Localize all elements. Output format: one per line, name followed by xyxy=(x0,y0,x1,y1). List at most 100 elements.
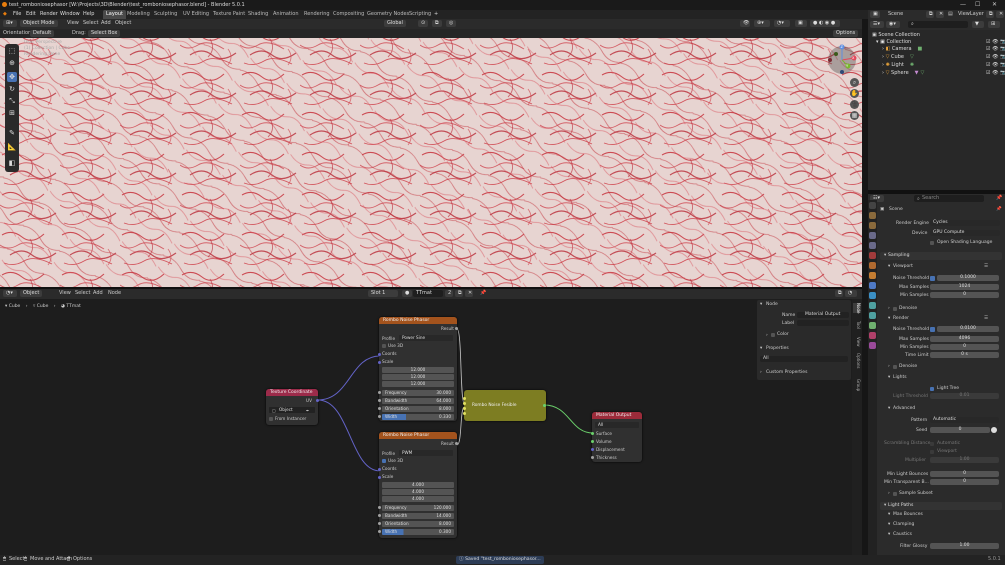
orientation-dropdown[interactable]: Default xyxy=(30,30,55,37)
particles-tab-icon[interactable] xyxy=(869,292,876,299)
output-tab-icon[interactable] xyxy=(869,222,876,229)
input-socket-4[interactable] xyxy=(463,412,466,415)
menu-view[interactable]: View xyxy=(67,20,79,27)
visibility-toggles[interactable]: ☑ 👁 📷 xyxy=(986,70,1005,76)
caustics-subsection[interactable]: Caustics xyxy=(893,532,912,537)
options-dropdown[interactable]: Options xyxy=(833,30,859,37)
rombo-noise-fesible-node[interactable]: Rombo Noise Fesible xyxy=(463,390,546,421)
cube-row[interactable]: › ▽ Cube ▽ xyxy=(882,54,914,60)
bandwidth-input-socket[interactable] xyxy=(378,514,381,517)
max-bounces-subsection[interactable]: Max Bounces xyxy=(893,512,923,517)
node-title[interactable]: Texture Coordinate xyxy=(266,389,318,396)
tab-view[interactable]: View xyxy=(853,337,861,347)
scale-input-socket[interactable] xyxy=(378,361,381,364)
material-name-field[interactable]: TTmat xyxy=(413,290,443,297)
min-light-bounces-field[interactable]: 0 xyxy=(930,471,999,477)
world-tab-icon[interactable] xyxy=(869,252,876,259)
material-slot-dropdown[interactable]: Slot 1 xyxy=(368,290,398,297)
clamping-chevron-icon[interactable]: ▾ xyxy=(888,522,890,527)
overlay-toggle-icon[interactable]: ◔▾ xyxy=(774,20,790,27)
sphere-row[interactable]: › ▽ Sphere ▼ ▽ xyxy=(882,70,924,76)
preset-icon[interactable]: ☰ xyxy=(984,264,988,269)
node-name-field[interactable]: Material Output xyxy=(797,312,849,318)
width-input-socket[interactable] xyxy=(378,415,381,418)
perspective-toggle-icon[interactable]: ▦ xyxy=(850,111,859,120)
node-section-header[interactable]: Node xyxy=(766,302,778,307)
profile-dropdown[interactable]: Power Sine xyxy=(399,335,453,341)
overlay-node-icon[interactable]: ◔ xyxy=(845,290,857,297)
tab-uv-editing[interactable]: UV Editing xyxy=(180,10,212,19)
node-editor-type-button[interactable]: ◔▾ xyxy=(3,290,17,297)
vp-noise-threshold-checkbox[interactable] xyxy=(930,276,935,281)
clamping-subsection[interactable]: Clamping xyxy=(893,522,914,527)
subset-chevron-icon[interactable]: › xyxy=(888,491,890,496)
render-subsection[interactable]: Render xyxy=(893,316,909,321)
tab-animation[interactable]: Animation xyxy=(270,10,302,19)
breadcrumb-object[interactable]: Cube xyxy=(9,304,21,309)
gizmo-toggle-icon[interactable]: ⊕▾ xyxy=(754,20,770,27)
scale-y-field[interactable]: 4.000 xyxy=(382,489,454,495)
pattern-dropdown[interactable]: Automatic xyxy=(930,417,999,423)
menu-select[interactable]: Select xyxy=(83,20,98,27)
delete-viewlayer-icon[interactable]: ✕ xyxy=(996,11,1004,18)
pin-properties-icon[interactable]: 📌 xyxy=(996,207,1002,212)
r-denoise-label[interactable]: Denoise xyxy=(899,364,917,369)
viewport-subsection[interactable]: Viewport xyxy=(893,264,913,269)
transform-tool-icon[interactable]: ⊞ xyxy=(7,108,17,118)
texture-coordinate-node[interactable]: Texture Coordinate UV Object ▢ ✒ From In… xyxy=(266,389,319,425)
select-tool-icon[interactable]: ⬚ xyxy=(7,46,17,56)
material-tab-icon[interactable] xyxy=(869,332,876,339)
lights-subsection[interactable]: Lights xyxy=(893,375,907,380)
save-notification[interactable]: ⓘ Saved "test_romboniosephasor... xyxy=(456,556,544,564)
node-menu-node[interactable]: Node xyxy=(108,290,121,297)
visibility-toggles[interactable]: ☑ 👁 📷 xyxy=(986,54,1005,60)
volume-input-socket[interactable] xyxy=(591,440,594,443)
vp-denoise-label[interactable]: Denoise xyxy=(899,306,917,311)
result-output-socket[interactable] xyxy=(455,442,458,445)
pan-icon[interactable]: ✋ xyxy=(850,89,859,98)
menu-add[interactable]: Add xyxy=(101,20,111,27)
node-label-field[interactable] xyxy=(797,320,849,326)
output-socket[interactable] xyxy=(543,404,546,407)
minimize-button[interactable]: — xyxy=(960,1,966,8)
texture-tab-icon[interactable] xyxy=(869,342,876,349)
render-chevron-icon[interactable]: ▾ xyxy=(888,316,890,321)
node-title[interactable]: Rombo Noise Fesible xyxy=(472,403,517,408)
add-workspace-button[interactable]: + xyxy=(434,11,438,17)
thickness-input-socket[interactable] xyxy=(591,456,594,459)
node-title[interactable]: Rombo Noise Phasor xyxy=(379,317,457,324)
outliner-display-icon[interactable]: ◉▾ xyxy=(886,21,900,28)
pivot-icon[interactable]: ⊙ xyxy=(418,20,428,27)
xray-icon[interactable]: ▣ xyxy=(795,20,807,27)
caustics-chevron-icon[interactable]: ▾ xyxy=(888,532,890,537)
r-denoise-checkbox[interactable] xyxy=(893,365,897,369)
tab-compositing[interactable]: Compositing xyxy=(330,10,367,19)
duplicate-material-icon[interactable]: ⧉ xyxy=(455,290,463,297)
advanced-chevron-icon[interactable]: ▾ xyxy=(888,406,890,411)
input-socket-3[interactable] xyxy=(463,407,466,410)
3d-viewport[interactable]: Orientation: Default Drag: Select Box Op… xyxy=(0,29,862,287)
filter-glossy-field[interactable]: 1.00 xyxy=(930,543,999,549)
frequency-input-socket[interactable] xyxy=(378,506,381,509)
width-field[interactable]: Width 0.330 xyxy=(382,414,454,420)
multiplier-field[interactable]: 1.00 xyxy=(930,457,999,463)
tab-shading[interactable]: Shading xyxy=(245,10,271,19)
unlink-material-icon[interactable]: ✕ xyxy=(465,290,473,297)
scale-x-field[interactable]: 12.000 xyxy=(382,367,454,373)
scene-collection-row[interactable]: ▣ Scene Collection xyxy=(872,32,920,38)
orientation-field[interactable]: Orientation 8.000 xyxy=(382,521,454,527)
tab-modeling[interactable]: Modeling xyxy=(124,10,153,19)
frequency-input-socket[interactable] xyxy=(378,391,381,394)
bandwidth-input-socket[interactable] xyxy=(378,399,381,402)
annotate-tool-icon[interactable]: ✎ xyxy=(7,128,17,138)
rombo-noise-phasor-node-1[interactable]: Rombo Noise Phasor Result Profile Power … xyxy=(378,317,458,421)
render-engine-dropdown[interactable]: Cycles xyxy=(930,220,1000,226)
time-limit-field[interactable]: 0 s xyxy=(930,352,999,358)
maximize-button[interactable]: ☐ xyxy=(975,1,980,8)
close-button[interactable]: ✕ xyxy=(992,1,997,8)
vp-min-samples-field[interactable]: 0 xyxy=(930,292,999,298)
frequency-field[interactable]: Frequency 120.000 xyxy=(382,505,454,511)
uv-output-socket[interactable] xyxy=(316,399,319,402)
random-seed-icon[interactable] xyxy=(991,427,997,433)
scene-selector-icon[interactable]: ▣ xyxy=(870,11,880,18)
